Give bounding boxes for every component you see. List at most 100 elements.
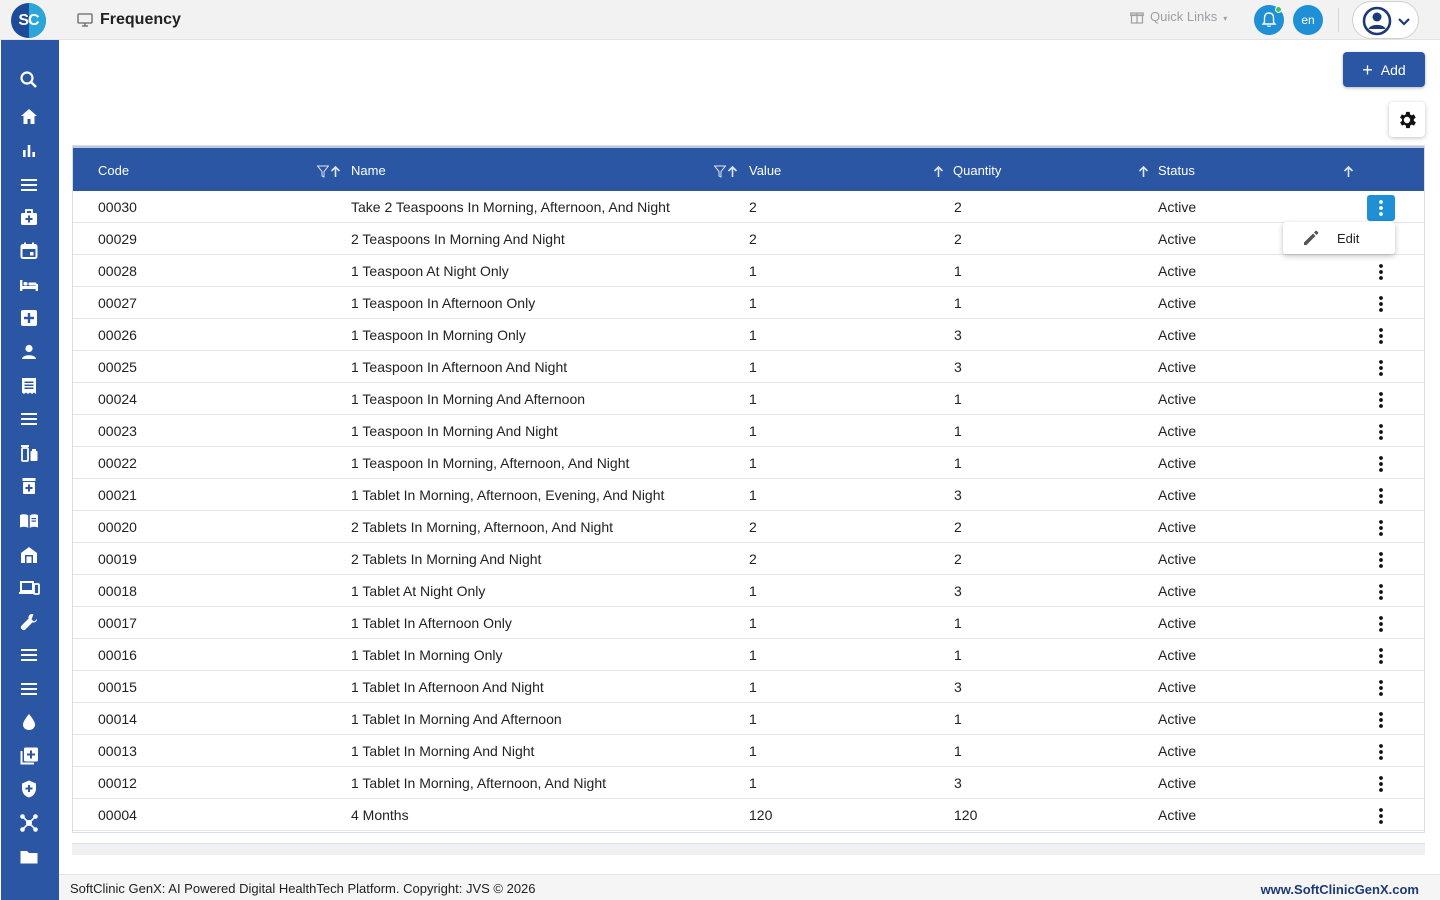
edit-menu-item[interactable]: Edit (1337, 231, 1359, 246)
row-actions-button[interactable] (1367, 771, 1395, 797)
sidebar-item-menu-1[interactable] (18, 174, 40, 196)
row-actions-button[interactable] (1367, 643, 1395, 669)
table-row[interactable]: 00029 2 Teaspoons In Morning And Night 2 2 A… (73, 223, 1424, 255)
sort-arrow-icon[interactable] (330, 165, 341, 178)
row-actions-button[interactable] (1367, 675, 1395, 701)
column-header-code[interactable]: Code (98, 163, 129, 178)
sidebar-item-search[interactable] (18, 69, 40, 91)
sidebar-item-medical[interactable] (18, 307, 40, 329)
caret-down-icon: ▾ (1223, 13, 1228, 23)
sidebar-item-menu-3[interactable] (18, 644, 40, 666)
row-actions-button[interactable] (1367, 259, 1395, 285)
row-actions-button[interactable] (1367, 579, 1395, 605)
table-row[interactable]: 00030 Take 2 Teaspoons In Morning, Aftern… (73, 191, 1424, 223)
row-actions-button[interactable] (1367, 483, 1395, 509)
more-vertical-icon (1379, 200, 1383, 216)
table-row[interactable]: 00014 1 Tablet In Morning And Afternoon 1 1… (73, 703, 1424, 735)
drop-icon (23, 714, 35, 730)
filter-icon[interactable] (317, 165, 329, 178)
row-actions-button[interactable] (1367, 547, 1395, 573)
profile-menu[interactable] (1352, 1, 1419, 39)
sidebar-item-add-library[interactable] (18, 745, 40, 767)
table-row[interactable]: 00026 1 Teaspoon In Morning Only 1 3 Active (73, 319, 1424, 351)
horizontal-scrollbar[interactable] (72, 843, 1425, 855)
filter-icon[interactable] (714, 165, 726, 178)
table-row[interactable]: 00021 1 Tablet In Morning, Afternoon, Eve… (73, 479, 1424, 511)
sidebar-item-documents[interactable] (18, 846, 40, 868)
table-row[interactable]: 00025 1 Teaspoon In Afternoon And Night 1 3… (73, 351, 1424, 383)
sidebar-item-library[interactable] (18, 510, 40, 532)
sort-arrow-icon[interactable] (727, 165, 738, 178)
row-actions-button[interactable] (1367, 195, 1395, 221)
sidebar-item-ipd[interactable] (18, 274, 40, 296)
sidebar-item-medication[interactable] (18, 442, 40, 464)
column-header-name[interactable]: Name (351, 163, 386, 178)
row-actions-button[interactable] (1367, 419, 1395, 445)
table-row[interactable]: 00013 1 Tablet In Morning And Night 1 1 Acti… (73, 735, 1424, 767)
cell-value: 2 (749, 231, 757, 247)
sidebar-item-integration[interactable] (18, 812, 40, 834)
sort-arrow-icon[interactable] (933, 165, 944, 178)
footer-website-link[interactable]: www.SoftClinicGenX.com (1261, 882, 1419, 897)
sidebar-item-devices[interactable] (18, 577, 40, 599)
table-row[interactable]: 00004 4 Months 120 120 Active (73, 799, 1424, 831)
table-settings-button[interactable] (1389, 102, 1425, 137)
quick-links-menu[interactable]: Quick Links ▾ (1130, 9, 1227, 24)
table-row[interactable]: 00017 1 Tablet In Afternoon Only 1 1 Active (73, 607, 1424, 639)
row-actions-button[interactable] (1367, 291, 1395, 317)
sidebar-item-menu-2[interactable] (18, 408, 40, 430)
row-actions-button[interactable] (1367, 387, 1395, 413)
row-actions-button[interactable] (1367, 355, 1395, 381)
table-row[interactable]: 00027 1 Teaspoon In Afternoon Only 1 1 Activ… (73, 287, 1424, 319)
notifications-button[interactable] (1254, 5, 1284, 35)
cell-name: 1 Tablet In Afternoon And Night (351, 679, 544, 695)
row-actions-button[interactable] (1367, 803, 1395, 829)
cell-status: Active (1158, 199, 1197, 215)
table-row[interactable]: 00019 2 Tablets In Morning And Night 2 2 Act… (73, 543, 1424, 575)
sidebar-item-home[interactable] (18, 106, 40, 128)
bed-icon (20, 280, 38, 291)
cell-name: 1 Tablet In Morning And Night (351, 743, 535, 759)
add-button[interactable]: + Add (1343, 52, 1425, 87)
sidebar-item-clinical[interactable] (18, 207, 40, 229)
column-header-value[interactable]: Value (749, 163, 781, 178)
sort-arrow-icon[interactable] (1138, 165, 1149, 178)
app-logo[interactable]: SC (11, 3, 46, 38)
table-header: Code Name Value Quantity Status (73, 146, 1424, 191)
sidebar-item-pharmacy[interactable] (18, 475, 40, 497)
more-vertical-icon (1379, 360, 1383, 376)
row-actions-button[interactable] (1367, 707, 1395, 733)
row-actions-button[interactable] (1367, 323, 1395, 349)
column-header-status[interactable]: Status (1158, 163, 1195, 178)
row-actions-button[interactable] (1367, 451, 1395, 477)
row-actions-button[interactable] (1367, 515, 1395, 541)
row-actions-button[interactable] (1367, 611, 1395, 637)
table-row[interactable]: 00012 1 Tablet In Morning, Afternoon, And… (73, 767, 1424, 799)
table-row[interactable]: 00020 2 Tablets In Morning, Afternoon, An… (73, 511, 1424, 543)
wrench-icon (20, 614, 37, 631)
sidebar-item-appointments[interactable] (18, 240, 40, 262)
column-header-quantity[interactable]: Quantity (953, 163, 1001, 178)
table-row[interactable]: 00015 1 Tablet In Afternoon And Night 1 3 Ac… (73, 671, 1424, 703)
cell-code: 00030 (98, 199, 137, 215)
table-row[interactable]: 00023 1 Teaspoon In Morning And Night 1 1 Ac… (73, 415, 1424, 447)
table-row[interactable]: 00024 1 Teaspoon In Morning And Afternoon… (73, 383, 1424, 415)
sidebar-item-security[interactable] (18, 778, 40, 800)
table-row[interactable]: 00028 1 Teaspoon At Night Only 1 1 Active (73, 255, 1424, 287)
sidebar-item-tools[interactable] (18, 611, 40, 633)
sidebar-item-patients[interactable] (18, 341, 40, 363)
table-row[interactable]: 00018 1 Tablet At Night Only 1 3 Active (73, 575, 1424, 607)
row-actions-button[interactable] (1367, 739, 1395, 765)
cell-name: 1 Teaspoon In Morning Only (351, 327, 526, 343)
sort-arrow-icon[interactable] (1343, 165, 1354, 178)
sidebar-item-billing[interactable] (18, 375, 40, 397)
cell-code: 00004 (98, 807, 137, 823)
sidebar-item-store[interactable] (18, 544, 40, 566)
table-row[interactable]: 00016 1 Tablet In Morning Only 1 1 Active (73, 639, 1424, 671)
sidebar-item-reports[interactable] (18, 140, 40, 162)
sidebar-item-menu-4[interactable] (18, 678, 40, 700)
cell-code: 00020 (98, 519, 137, 535)
table-row[interactable]: 00022 1 Teaspoon In Morning, Afternoon, A… (73, 447, 1424, 479)
sidebar-item-blood-bank[interactable] (18, 711, 40, 733)
language-button[interactable]: en (1293, 5, 1323, 35)
